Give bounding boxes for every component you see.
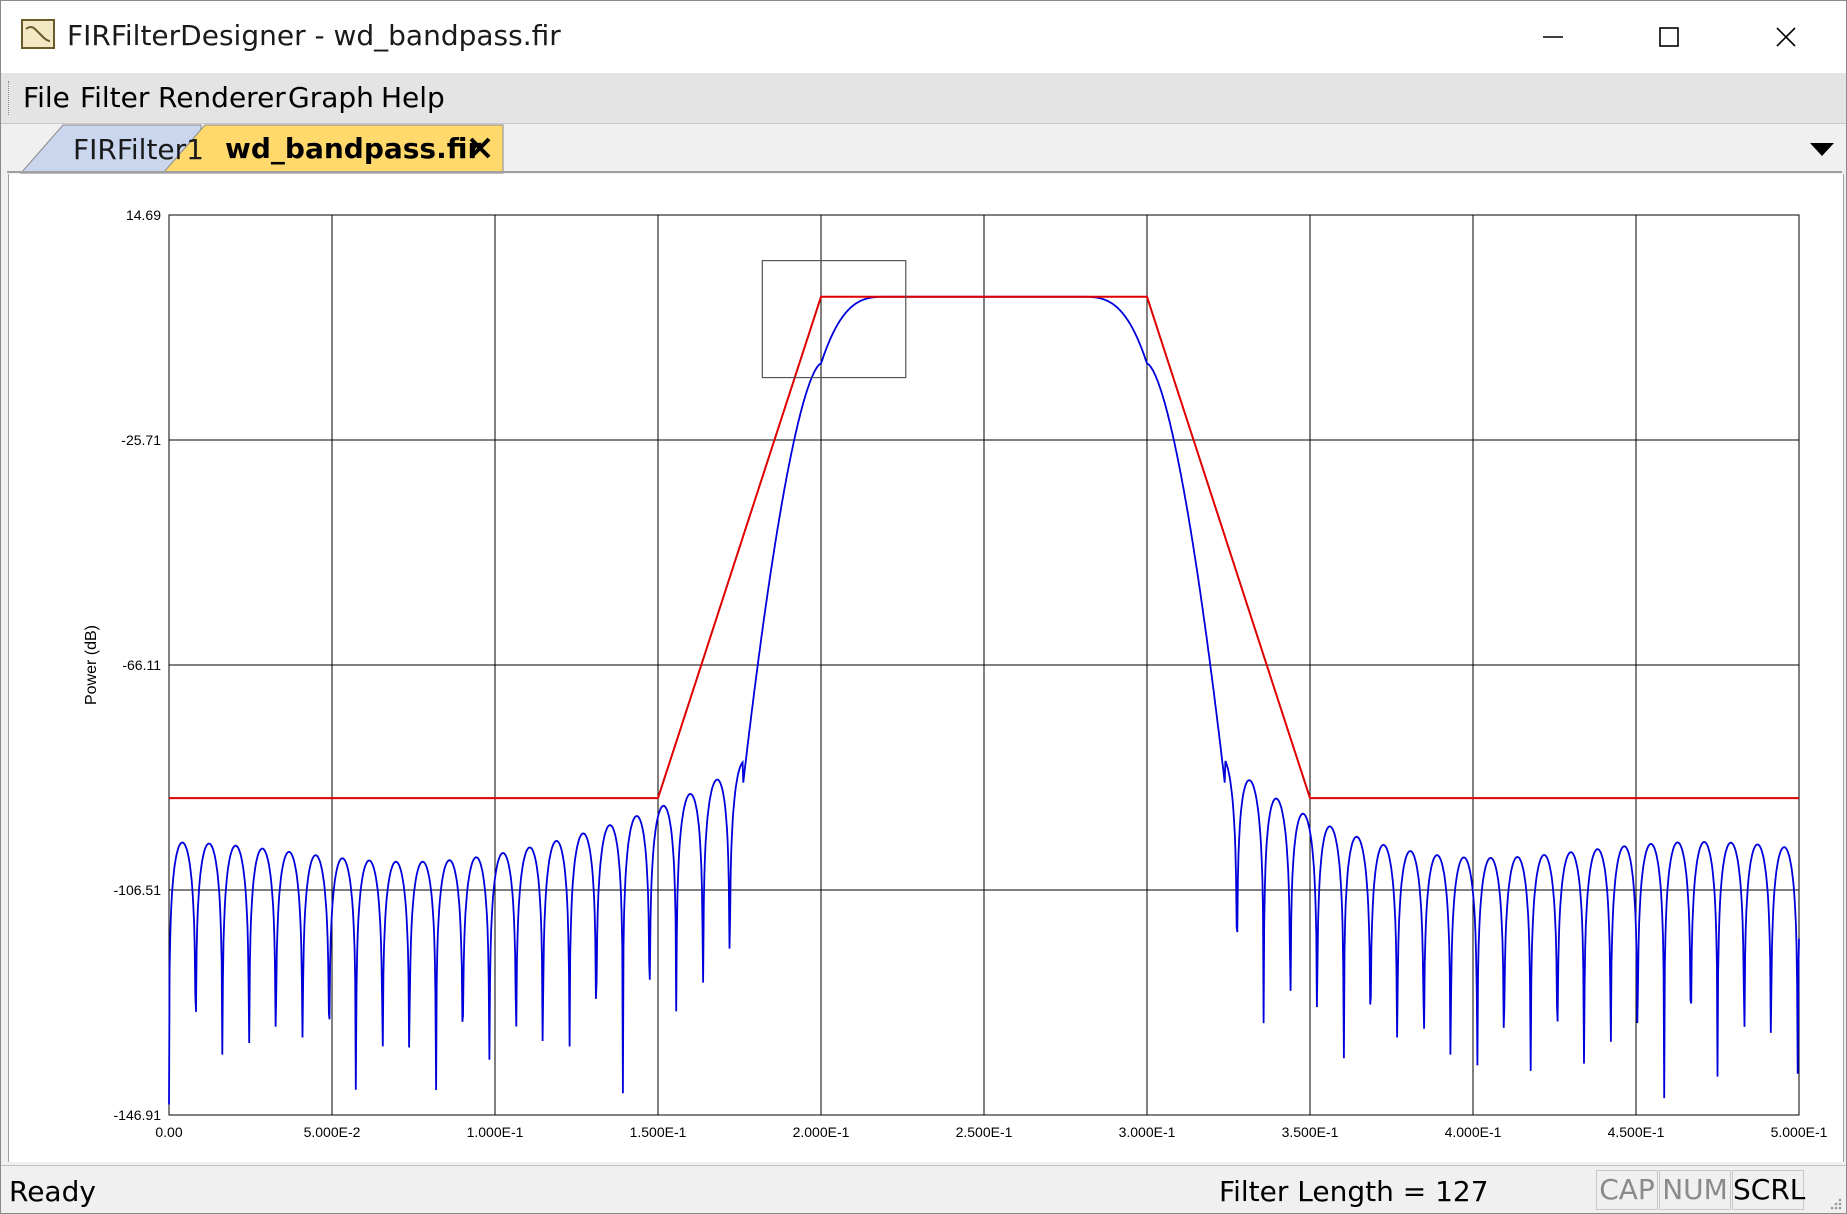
x-tick-label: 4.500E-1 [1608,1124,1665,1140]
num-lock-indicator: NUM [1659,1170,1731,1210]
x-tick-label: 3.000E-1 [1119,1124,1176,1140]
zoom-selection-box [761,260,907,379]
y-tick-label: 14.69 [126,207,161,223]
x-tick-label: 1.500E-1 [630,1124,687,1140]
x-tick-label: 2.000E-1 [793,1124,850,1140]
x-tick-label: 3.500E-1 [1282,1124,1339,1140]
caps-lock-indicator: CAP [1596,1170,1658,1210]
y-axis-label: Power (dB) [83,625,100,705]
x-tick-label: 5.000E-1 [1771,1124,1828,1140]
y-tick-label: -106.51 [114,882,162,898]
resize-grip-icon[interactable] [1828,1196,1842,1210]
filter-length-indicator: Filter Length = 127 [1219,1175,1489,1208]
status-message: Ready [9,1175,96,1208]
frequency-response-chart[interactable]: 14.69 -25.71 -66.11 -106.51 -146.910.00 5.000… [1,1,1847,1165]
x-tick-label: 2.500E-1 [956,1124,1013,1140]
y-tick-label: -25.71 [121,432,161,448]
app-window: FIRFilterDesigner - wd_bandpass.fir File… [0,0,1847,1214]
status-bar: Ready Filter Length = 127 CAP NUM SCRL [1,1165,1846,1213]
x-tick-label: 4.000E-1 [1445,1124,1502,1140]
x-tick-label: 0.00 [155,1124,182,1140]
y-tick-label: -146.91 [114,1107,162,1123]
x-tick-label: 1.000E-1 [467,1124,524,1140]
x-tick-label: 5.000E-2 [304,1124,361,1140]
y-tick-label: -66.11 [122,657,161,673]
scroll-lock-indicator: SCRL [1732,1170,1805,1210]
